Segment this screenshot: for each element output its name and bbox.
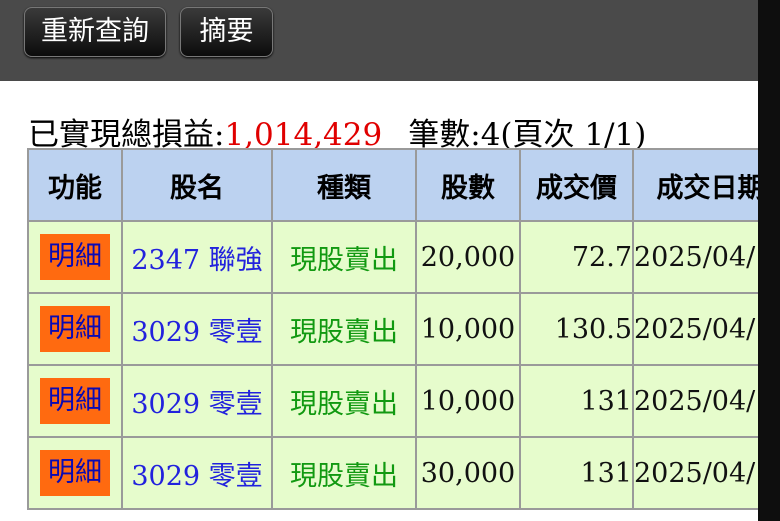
detail-button[interactable]: 明細 bbox=[40, 378, 110, 424]
cell-shares: 10,000 bbox=[415, 364, 521, 438]
cell-price: 131 bbox=[519, 436, 634, 510]
header-function: 功能 bbox=[27, 148, 123, 222]
detail-button[interactable]: 明細 bbox=[40, 234, 110, 280]
header-type: 種類 bbox=[271, 148, 417, 222]
cell-stock-name[interactable]: 2347 聯強 bbox=[121, 220, 273, 294]
cell-stock-name[interactable]: 3029 零壹 bbox=[121, 364, 273, 438]
table-row: 明細 2347 聯強 現股賣出 20,000 72.7 2025/04/1 bbox=[27, 220, 758, 294]
scrollbar[interactable] bbox=[758, 0, 780, 521]
table-row: 明細 3029 零壹 現股賣出 10,000 131 2025/04/1 bbox=[27, 364, 758, 438]
header-trade-date: 成交日期 bbox=[632, 148, 758, 222]
toolbar: 重新查詢 摘要 bbox=[0, 0, 758, 81]
detail-button[interactable]: 明細 bbox=[40, 306, 110, 352]
table-row: 明細 3029 零壹 現股賣出 10,000 130.5 2025/04/1 bbox=[27, 292, 758, 366]
cell-trade-date: 2025/04/1 bbox=[632, 436, 758, 510]
cell-trade-date: 2025/04/1 bbox=[632, 364, 758, 438]
requery-button[interactable]: 重新查詢 bbox=[24, 7, 166, 57]
table-row: 明細 3029 零壹 現股賣出 30,000 131 2025/04/1 bbox=[27, 436, 758, 510]
trades-table: 功能 股名 種類 股數 成交價 成交日期 明細 2347 聯強 現股賣出 20,… bbox=[27, 148, 758, 510]
cell-shares: 10,000 bbox=[415, 292, 521, 366]
cell-type: 現股賣出 bbox=[271, 364, 417, 438]
summary-button[interactable]: 摘要 bbox=[180, 7, 273, 57]
cell-trade-date: 2025/04/1 bbox=[632, 220, 758, 294]
header-shares: 股數 bbox=[415, 148, 521, 222]
cell-price: 130.5 bbox=[519, 292, 634, 366]
cell-type: 現股賣出 bbox=[271, 292, 417, 366]
detail-button[interactable]: 明細 bbox=[40, 450, 110, 496]
cell-stock-name[interactable]: 3029 零壹 bbox=[121, 436, 273, 510]
cell-type: 現股賣出 bbox=[271, 220, 417, 294]
cell-type: 現股賣出 bbox=[271, 436, 417, 510]
cell-function: 明細 bbox=[27, 292, 123, 366]
cell-trade-date: 2025/04/1 bbox=[632, 292, 758, 366]
cell-stock-name[interactable]: 3029 零壹 bbox=[121, 292, 273, 366]
cell-function: 明細 bbox=[27, 364, 123, 438]
cell-price: 131 bbox=[519, 364, 634, 438]
cell-shares: 30,000 bbox=[415, 436, 521, 510]
header-stock-name: 股名 bbox=[121, 148, 273, 222]
cell-function: 明細 bbox=[27, 436, 123, 510]
content-area: 已實現總損益:1,014,429 筆數:4(頁次 1/1) 功能 股名 種類 股數… bbox=[0, 81, 758, 521]
table-header-row: 功能 股名 種類 股數 成交價 成交日期 bbox=[27, 148, 758, 222]
cell-shares: 20,000 bbox=[415, 220, 521, 294]
cell-price: 72.7 bbox=[519, 220, 634, 294]
header-price: 成交價 bbox=[519, 148, 634, 222]
cell-function: 明細 bbox=[27, 220, 123, 294]
